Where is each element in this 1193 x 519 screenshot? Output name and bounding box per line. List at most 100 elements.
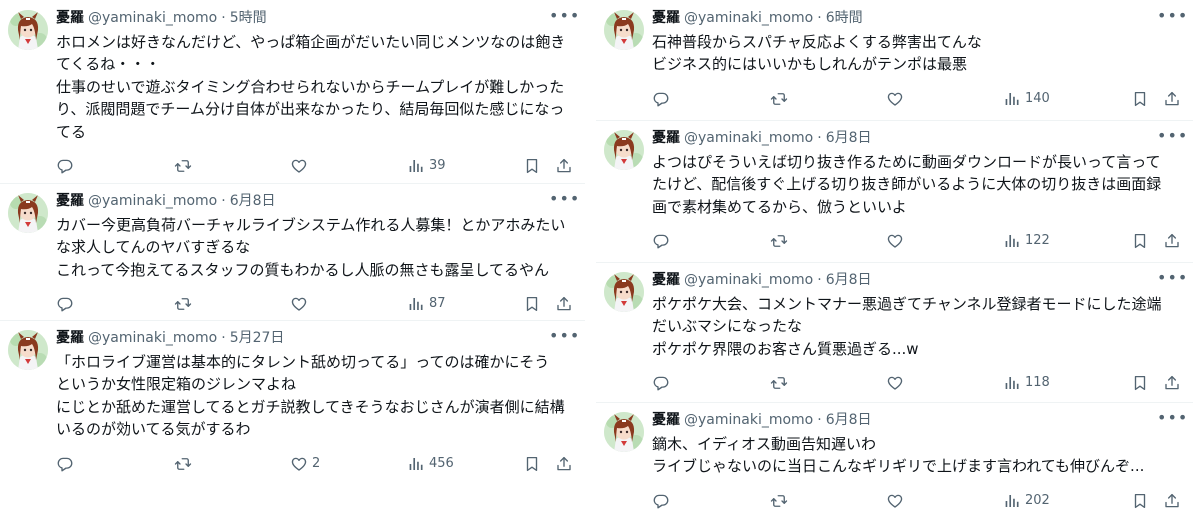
bookmark-button[interactable] [523,454,541,474]
bookmark-button[interactable] [1131,491,1149,511]
user-handle[interactable]: @yaminaki_momo [88,193,217,209]
avatar[interactable] [8,10,48,50]
avatar[interactable] [8,193,48,233]
user-handle[interactable]: @yaminaki_momo [88,330,217,346]
retweet-button[interactable] [174,294,192,314]
timestamp[interactable]: 6月8日 [826,130,872,146]
retweet-button[interactable] [770,89,788,109]
display-name[interactable]: 憂羅 [652,412,680,428]
views-button[interactable]: 122 [1003,231,1050,251]
reply-button[interactable] [652,373,670,393]
share-button[interactable] [555,156,573,176]
tweet-text-line: 「ホロライブ運営は基本的にタレント舐め切ってる」ってのは確かにそう [56,353,550,371]
more-options-icon[interactable]: ••• [549,189,579,211]
timestamp[interactable]: 6月8日 [826,272,872,288]
tweet-card[interactable]: 憂羅 @yaminaki_momo · 6月8日 ••• 鏑木、イディオス動画告知遅いわラ… [596,402,1193,519]
views-button[interactable]: 118 [1003,373,1050,393]
tweet-card[interactable]: 憂羅 @yaminaki_momo · 6時間 ••• 石神普段からスパチャ反応よくする弊… [596,0,1193,121]
reply-button[interactable] [56,454,74,474]
like-button[interactable] [886,373,904,393]
views-button[interactable]: 202 [1003,491,1050,511]
reply-button[interactable] [652,231,670,251]
share-button[interactable] [1163,231,1181,251]
retweet-icon [770,90,788,108]
share-button[interactable] [1163,491,1181,511]
tweet-card[interactable]: 憂羅 @yaminaki_momo · 6月8日 ••• カバー今更高負荷バーチャルライブ… [0,183,585,321]
tweet-card[interactable]: 憂羅 @yaminaki_momo · 6月8日 ••• よつはぴそういえば切り抜き作るた… [596,120,1193,263]
more-options-icon[interactable]: ••• [1157,408,1187,430]
retweet-icon [770,374,788,392]
views-button[interactable]: 140 [1003,89,1050,109]
bookmark-icon [523,455,541,473]
share-button[interactable] [1163,373,1181,393]
timestamp[interactable]: 6月8日 [826,412,872,428]
bookmark-button[interactable] [523,156,541,176]
more-options-icon[interactable]: ••• [1157,6,1187,28]
like-button[interactable] [886,491,904,511]
bookmark-button[interactable] [1131,231,1149,251]
timestamp[interactable]: 5時間 [230,10,267,26]
retweet-button[interactable] [770,373,788,393]
like-button[interactable]: 2 [290,454,320,474]
like-button[interactable] [290,294,308,314]
bookmark-button[interactable] [1131,373,1149,393]
retweet-button[interactable] [770,231,788,251]
left-timeline-column: 憂羅 @yaminaki_momo · 5時間 ••• ホロメンは好きなんだけど、やっぱ箱… [0,0,585,519]
display-name[interactable]: 憂羅 [56,193,84,209]
reply-button[interactable] [56,294,74,314]
avatar[interactable] [604,412,644,452]
bookmark-button[interactable] [523,294,541,314]
tweet-text-line: ライブじゃないのに当日こんなギリギリで上げます言われても伸びんぞ... [652,457,1145,476]
like-button[interactable] [886,231,904,251]
retweet-button[interactable] [174,454,192,474]
tweet-card[interactable]: 憂羅 @yaminaki_momo · 6月8日 ••• ポケポケ大会、コメントマナー悪過… [596,262,1193,403]
tweet-text-line: たけど、配信後すぐ上げる切り抜き師がいるように大体の切り抜きは画面録 [652,175,1162,194]
timestamp[interactable]: 6時間 [826,10,863,26]
user-handle[interactable]: @yaminaki_momo [684,130,813,146]
share-button[interactable] [1163,89,1181,109]
display-name[interactable]: 憂羅 [56,330,84,346]
reply-button[interactable] [652,89,670,109]
share-icon [1163,90,1181,108]
display-name[interactable]: 憂羅 [652,272,680,288]
avatar[interactable] [604,130,644,170]
share-button[interactable] [555,454,573,474]
retweet-icon [770,232,788,250]
avatar[interactable] [604,272,644,312]
more-options-icon[interactable]: ••• [549,6,579,28]
avatar[interactable] [604,10,644,50]
reply-button[interactable] [652,491,670,511]
reply-button[interactable] [56,156,74,176]
views-count: 39 [429,158,446,173]
retweet-icon [174,455,192,473]
views-button[interactable]: 456 [407,454,454,474]
display-name[interactable]: 憂羅 [56,10,84,26]
timestamp[interactable]: 5月27日 [230,330,285,346]
more-options-icon[interactable]: ••• [1157,268,1187,290]
more-options-icon[interactable]: ••• [1157,126,1187,148]
avatar[interactable] [8,330,48,370]
display-name[interactable]: 憂羅 [652,10,680,26]
user-handle[interactable]: @yaminaki_momo [88,10,217,26]
like-button[interactable] [290,156,308,176]
tweet-text-line: 画で素材集めてるから、倣うといいよ [652,197,907,216]
views-button[interactable]: 39 [407,156,446,176]
more-options-icon[interactable]: ••• [549,326,579,348]
timestamp[interactable]: 6月8日 [230,193,276,209]
tweet-header: 憂羅 @yaminaki_momo · 5月27日 ••• [56,326,579,348]
user-handle[interactable]: @yaminaki_momo [684,272,813,288]
share-button[interactable] [555,294,573,314]
like-icon [290,295,308,313]
user-handle[interactable]: @yaminaki_momo [684,412,813,428]
bookmark-icon [523,295,541,313]
views-button[interactable]: 87 [407,294,446,314]
display-name[interactable]: 憂羅 [652,130,680,146]
retweet-button[interactable] [770,491,788,511]
tweet-card[interactable]: 憂羅 @yaminaki_momo · 5時間 ••• ホロメンは好きなんだけど、やっぱ箱… [0,0,585,184]
tweet-card[interactable]: 憂羅 @yaminaki_momo · 5月27日 ••• 「ホロライブ運営は基本的にタレ… [0,320,585,519]
bookmark-button[interactable] [1131,89,1149,109]
user-handle[interactable]: @yaminaki_momo [684,10,813,26]
retweet-button[interactable] [174,156,192,176]
separator-dot: · [817,412,822,428]
like-button[interactable] [886,89,904,109]
